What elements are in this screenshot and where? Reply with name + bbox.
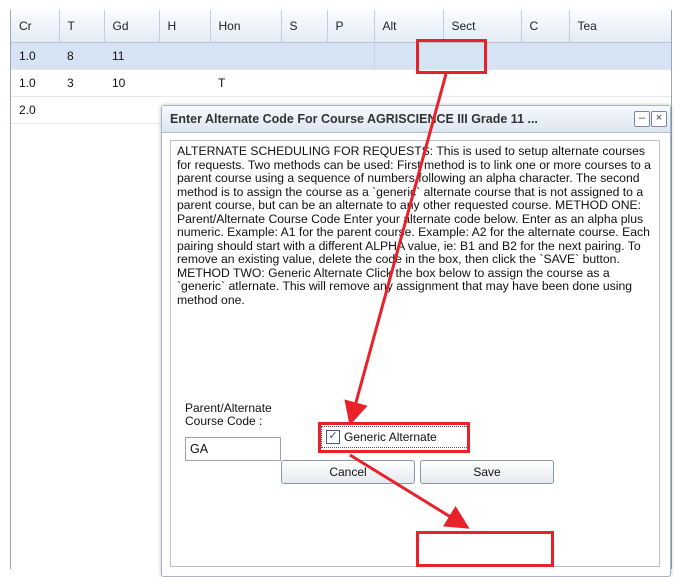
arrow-to-generic [344,73,448,426]
annotation-arrows [344,73,470,529]
arrow-to-save [349,453,470,529]
